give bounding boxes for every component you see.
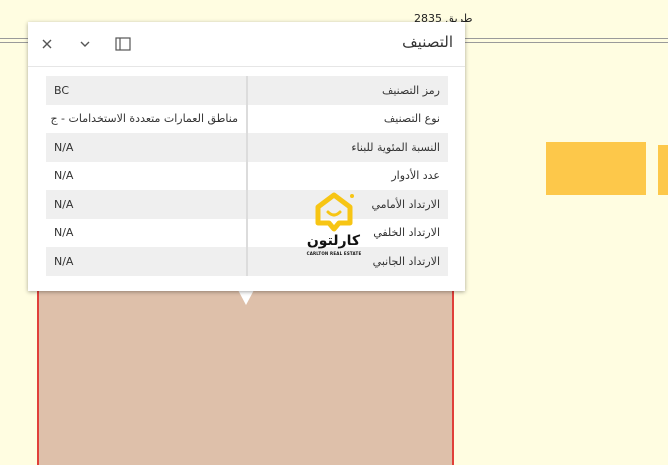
popup-header: التصنيف — [28, 22, 465, 67]
close-icon — [42, 39, 52, 49]
collapse-button[interactable] — [75, 34, 95, 54]
popup-title: التصنيف — [402, 33, 453, 51]
attributes-table: رمز التصنيف BC نوع التصنيف مناطق العمارا… — [46, 76, 448, 276]
house-chat-logo-icon — [315, 192, 354, 232]
table-row: عدد الأدوار N/A — [46, 161, 448, 190]
close-button[interactable] — [37, 34, 57, 54]
attribute-label: عدد الأدوار — [246, 161, 448, 190]
attribute-value: N/A — [54, 226, 74, 240]
table-row: رمز التصنيف BC — [46, 76, 448, 105]
feature-popup: التصنيف رمز التصنيف BC نوع التصنيف مناطق… — [28, 22, 465, 291]
table-row: نوع التصنيف مناطق العمارات متعددة الاستخ… — [46, 104, 448, 133]
attribute-label: رمز التصنيف — [246, 76, 448, 105]
selected-parcel[interactable] — [37, 285, 454, 465]
popup-pointer — [238, 290, 254, 305]
table-row: الارتداد الجانبي N/A — [46, 247, 448, 276]
table-row: الارتداد الخلفي N/A — [46, 218, 448, 247]
brand-name: كارلتون — [306, 233, 360, 249]
table-row: النسبة المئوية للبناء N/A — [46, 133, 448, 162]
building-footprint[interactable] — [546, 142, 646, 195]
watermark-logo: كارلتون CARLTON REAL ESTATE — [306, 191, 362, 259]
attribute-value: مناطق العمارات متعددة الاستخدامات - ج — [50, 112, 238, 126]
brand-tagline: CARLTON REAL ESTATE — [306, 251, 362, 256]
attribute-value: N/A — [54, 140, 74, 154]
attribute-label: نوع التصنيف — [246, 104, 448, 133]
building-footprint[interactable] — [658, 145, 668, 195]
table-row: الارتداد الأمامي N/A — [46, 190, 448, 219]
dock-panel-icon — [115, 37, 131, 51]
attribute-value: N/A — [54, 169, 74, 183]
dock-button[interactable] — [113, 34, 133, 54]
attribute-value: BC — [54, 83, 70, 97]
attribute-value: N/A — [54, 197, 74, 211]
attribute-value: N/A — [54, 254, 74, 268]
chevron-down-icon — [80, 41, 90, 47]
attribute-label: النسبة المئوية للبناء — [246, 133, 448, 162]
